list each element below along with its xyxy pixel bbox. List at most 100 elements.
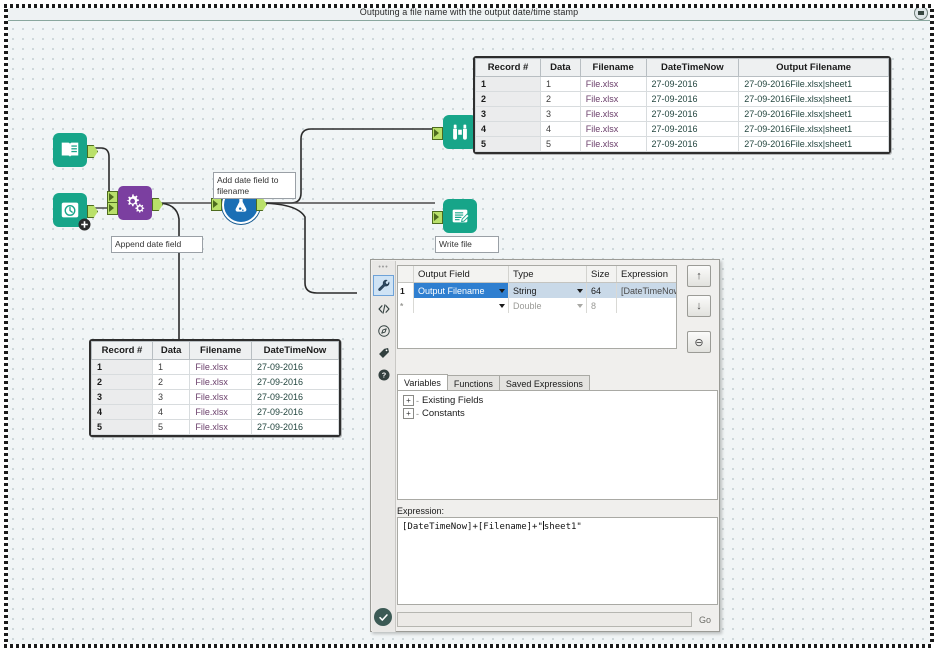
- result-data-table[interactable]: Record # Data Filename DateTimeNow Outpu…: [473, 56, 891, 154]
- go-button[interactable]: Go: [692, 615, 718, 625]
- cell-datetimenow: 27-09-2016: [251, 390, 338, 405]
- input-port[interactable]: [432, 211, 443, 224]
- output-port[interactable]: [152, 198, 163, 211]
- window-button-icon[interactable]: [914, 6, 928, 20]
- expander-icon[interactable]: +: [403, 408, 414, 419]
- cell-data: 5: [153, 420, 190, 435]
- tab-saved-expressions[interactable]: Saved Expressions: [499, 375, 590, 391]
- book-icon: [53, 133, 87, 167]
- table-row: 4 4 File.xlsx 27-09-2016: [92, 405, 339, 420]
- type-value: Double: [513, 301, 542, 311]
- node-append-fields[interactable]: [118, 186, 152, 220]
- cell-datetimenow: 27-09-2016: [646, 107, 739, 122]
- grid-header-expression: Expression: [617, 266, 676, 282]
- tree-dash: -: [416, 396, 419, 406]
- size-value: 64: [591, 286, 601, 296]
- table-row: 2 2 File.xlsx 27-09-2016 27-09-2016File.…: [476, 92, 889, 107]
- chevron-down-icon[interactable]: [499, 304, 505, 308]
- type-select[interactable]: String: [509, 283, 587, 298]
- expression-value: [DateTimeNow]+...: [621, 286, 676, 296]
- size-input[interactable]: 8: [587, 298, 617, 313]
- tree-item-constants[interactable]: + - Constants: [403, 408, 712, 419]
- output-port[interactable]: [87, 145, 98, 158]
- tree-item-label: Existing Fields: [422, 395, 483, 406]
- cell-output-filename: 27-09-2016File.xlsx|sheet1: [739, 122, 889, 137]
- expression-cell[interactable]: [DateTimeNow]+...: [617, 283, 676, 298]
- column-header: Data: [153, 342, 190, 360]
- chevron-down-icon[interactable]: [577, 289, 583, 293]
- cell-data: 1: [541, 77, 581, 92]
- type-select[interactable]: Double: [509, 298, 587, 313]
- input-port[interactable]: [432, 127, 443, 140]
- cell-datetimenow: 27-09-2016: [251, 420, 338, 435]
- chevron-down-icon[interactable]: [499, 289, 505, 293]
- node-text-input[interactable]: [53, 133, 87, 167]
- output-port[interactable]: [256, 198, 267, 211]
- size-input[interactable]: 64: [587, 283, 617, 298]
- chevron-down-icon[interactable]: [577, 304, 583, 308]
- output-field-grid[interactable]: Output Field Type Size Expression 1 Outp…: [397, 265, 677, 349]
- node-browse[interactable]: [443, 115, 477, 149]
- input-port[interactable]: [211, 198, 222, 211]
- application-window: Outputing a file name with the output da…: [0, 0, 938, 652]
- remove-button[interactable]: ⊖: [687, 331, 711, 353]
- grid-row-new[interactable]: * Double 8: [398, 298, 676, 313]
- grid-header-type: Type: [509, 266, 587, 282]
- move-up-button[interactable]: ↑: [687, 265, 711, 287]
- table-row: 5 5 File.xlsx 27-09-2016 27-09-2016File.…: [476, 137, 889, 152]
- cell-datetimenow: 27-09-2016: [646, 122, 739, 137]
- output-field-select[interactable]: [414, 298, 509, 313]
- cell-data: 4: [153, 405, 190, 420]
- cell-output-filename: 27-09-2016File.xlsx|sheet1: [739, 137, 889, 152]
- cell-data: 3: [153, 390, 190, 405]
- cell-datetimenow: 27-09-2016: [646, 137, 739, 152]
- tag-icon[interactable]: [374, 343, 393, 362]
- tab-variables[interactable]: Variables: [397, 374, 448, 391]
- grid-header-output-field: Output Field: [414, 266, 509, 282]
- help-icon[interactable]: ?: [374, 365, 393, 384]
- config-icon-rail: •••: [372, 261, 396, 632]
- binoculars-icon: [443, 115, 477, 149]
- add-badge-icon: [78, 218, 91, 231]
- size-value: 8: [591, 301, 596, 311]
- cell-filename: File.xlsx: [580, 77, 646, 92]
- compass-icon[interactable]: [374, 321, 393, 340]
- gears-icon: [118, 186, 152, 220]
- node-output-data[interactable]: [443, 199, 477, 233]
- output-port[interactable]: [87, 205, 98, 218]
- type-value: String: [513, 286, 537, 296]
- variables-tree[interactable]: + - Existing Fields + - Constants: [397, 390, 718, 500]
- wrench-icon[interactable]: [373, 275, 394, 296]
- tree-item-existing-fields[interactable]: + - Existing Fields: [403, 395, 712, 406]
- configuration-panel[interactable]: •••: [370, 259, 720, 632]
- table-row: 2 2 File.xlsx 27-09-2016: [92, 375, 339, 390]
- table-row: 4 4 File.xlsx 27-09-2016 27-09-2016File.…: [476, 122, 889, 137]
- expression-editor[interactable]: [DateTimeNow]+[Filename]+"sheet1": [397, 517, 718, 605]
- go-input[interactable]: [397, 612, 692, 627]
- input-port-bottom[interactable]: [107, 202, 118, 215]
- panel-grip[interactable]: •••: [378, 264, 388, 272]
- move-down-button[interactable]: ↓: [687, 295, 711, 317]
- row-index: *: [398, 298, 414, 313]
- cell-output-filename: 27-09-2016File.xlsx|sheet1: [739, 77, 889, 92]
- code-icon[interactable]: [374, 299, 393, 318]
- input-data-table[interactable]: Record # Data Filename DateTimeNow 1 1 F…: [89, 339, 341, 437]
- column-header: DateTimeNow: [646, 59, 739, 77]
- column-header: Filename: [190, 342, 252, 360]
- tab-functions[interactable]: Functions: [447, 375, 500, 391]
- window-title-bar: Outputing a file name with the output da…: [4, 4, 934, 21]
- grid-side-buttons: ↑ ↓ ⊖: [682, 265, 716, 361]
- cell-record: 5: [92, 420, 153, 435]
- expression-cell[interactable]: [617, 298, 676, 313]
- table-row: 1 1 File.xlsx 27-09-2016 27-09-2016File.…: [476, 77, 889, 92]
- cell-filename: File.xlsx: [190, 375, 252, 390]
- cell-data: 4: [541, 122, 581, 137]
- expander-icon[interactable]: +: [403, 395, 414, 406]
- node-datetime[interactable]: [53, 193, 87, 227]
- workflow-canvas[interactable]: Append date field Add date field to file…: [5, 21, 933, 647]
- cell-record: 1: [476, 77, 541, 92]
- node-label-write-file: Write file: [435, 236, 499, 253]
- column-header: Data: [541, 59, 581, 77]
- grid-row-selected[interactable]: 1 Output Filename String 64: [398, 283, 676, 298]
- output-field-select[interactable]: Output Filename: [414, 283, 509, 298]
